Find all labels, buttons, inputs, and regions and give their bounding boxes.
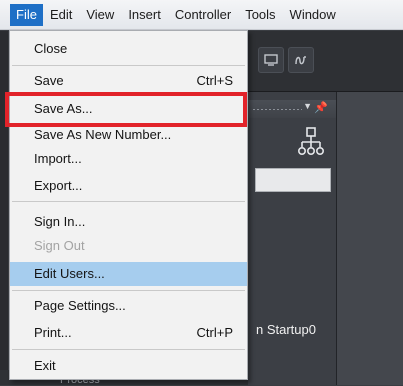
menu-item-label: Sign In... [34, 214, 86, 229]
left-panel-edge [0, 31, 8, 385]
menu-item-exit[interactable]: Exit [10, 354, 247, 378]
menu-item-import[interactable]: Import... [10, 147, 247, 171]
annotation-highlight-box [5, 92, 247, 127]
panel-header: ▼ 📌 [248, 100, 336, 118]
menu-item-label: Save As New Number... [34, 127, 172, 142]
menu-bar: File Edit View Insert Controller Tools W… [0, 0, 403, 30]
menu-item-page-settings[interactable]: Page Settings... [10, 294, 247, 318]
nav-search-bar[interactable] [255, 168, 331, 192]
toolbar-monitor-icon [264, 54, 278, 66]
menu-separator [12, 290, 245, 291]
file-menu-dropdown: Close Save Ctrl+S Save As... Save As New … [9, 30, 248, 380]
toolbar-symbol-button[interactable] [288, 47, 314, 73]
menu-separator [12, 349, 245, 350]
dropdown-arrow-icon[interactable]: ▼ [303, 101, 312, 111]
menu-edit[interactable]: Edit [43, 4, 79, 26]
menu-item-label: Import... [34, 151, 82, 166]
toolbar-monitor-button[interactable] [258, 47, 284, 73]
menu-item-close[interactable]: Close [10, 37, 247, 61]
editor-area [337, 92, 403, 385]
menu-item-export[interactable]: Export... [10, 174, 247, 198]
menu-item-sign-out: Sign Out [10, 234, 247, 258]
menu-item-label: Close [34, 41, 68, 56]
shortcut-label: Ctrl+S [196, 73, 233, 88]
menu-view[interactable]: View [79, 4, 121, 26]
hierarchy-icon[interactable] [298, 127, 324, 157]
menu-item-save[interactable]: Save Ctrl+S [10, 69, 247, 93]
menu-item-edit-users[interactable]: Edit Users... [10, 262, 247, 286]
menu-insert[interactable]: Insert [121, 4, 168, 26]
pin-icon[interactable]: 📌 [314, 101, 328, 114]
menu-tools[interactable]: Tools [238, 4, 282, 26]
navigation-panel: ▼ 📌 [248, 92, 337, 385]
menu-item-label: Export... [34, 178, 83, 193]
shortcut-label: Ctrl+P [196, 325, 233, 340]
menu-item-sign-in[interactable]: Sign In... [10, 210, 247, 234]
toolbar-symbol-icon [295, 56, 306, 65]
menu-item-label: Save [34, 73, 64, 88]
menu-item-label: Page Settings... [34, 298, 126, 313]
startup-label: n Startup0 [256, 322, 316, 337]
menu-separator [12, 201, 245, 202]
menu-item-label: Edit Users... [34, 266, 105, 281]
grip-dots [252, 108, 302, 111]
menu-window[interactable]: Window [283, 4, 343, 26]
menu-controller[interactable]: Controller [168, 4, 238, 26]
menu-item-label: Sign Out [34, 238, 85, 253]
menu-file[interactable]: File [10, 3, 43, 26]
menu-item-label: Exit [34, 358, 56, 373]
menu-separator [12, 65, 245, 66]
toolbar [248, 31, 403, 92]
menu-item-label: Print... [34, 325, 72, 340]
menu-item-print[interactable]: Print... Ctrl+P [10, 321, 247, 345]
